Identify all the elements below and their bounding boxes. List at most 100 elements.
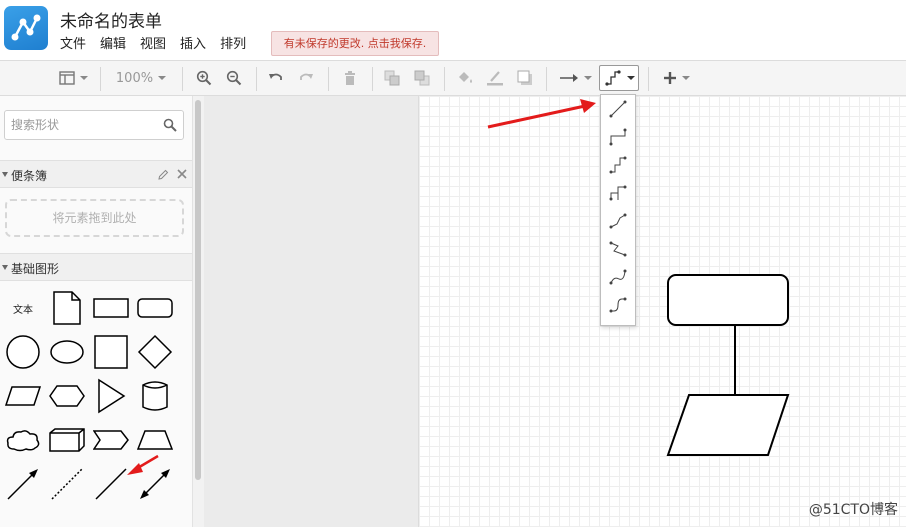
waypoint-curved[interactable] <box>601 263 635 291</box>
shape-ellipse[interactable] <box>45 330 89 374</box>
shape-cylinder[interactable] <box>133 374 177 418</box>
waypoint-simple[interactable] <box>601 151 635 179</box>
zoom-select[interactable]: 100% <box>110 61 172 95</box>
shadow-icon <box>517 70 532 85</box>
connection-arrow-icon <box>559 74 578 82</box>
zoom-in-icon <box>196 70 212 86</box>
delete-button[interactable] <box>338 61 362 95</box>
chevron-down-icon <box>158 76 167 80</box>
zoom-level: 100% <box>115 70 154 86</box>
shape-bidirectional-arrow[interactable] <box>133 462 177 506</box>
shape-search <box>4 110 184 140</box>
unsaved-changes-button[interactable]: 有未保存的更改. 点击我保存. <box>271 31 439 56</box>
waypoint-entity-relation[interactable] <box>601 291 635 319</box>
to-front-icon <box>384 70 400 86</box>
waypoint-straight[interactable] <box>601 95 635 123</box>
waypoint-orthogonal[interactable] <box>601 123 635 151</box>
menu-file[interactable]: 文件 <box>60 36 86 54</box>
canvas-area[interactable] <box>204 96 906 527</box>
close-icon[interactable] <box>177 169 187 179</box>
shape-cloud[interactable] <box>1 418 45 462</box>
delete-icon <box>345 71 355 85</box>
shape-cube[interactable] <box>45 418 89 462</box>
sidebar-scrollbar[interactable] <box>193 96 204 527</box>
shape-diamond[interactable] <box>133 330 177 374</box>
shape-step[interactable] <box>89 418 133 462</box>
waypoints-button[interactable] <box>599 65 639 91</box>
chevron-down-icon <box>583 76 592 80</box>
chevron-down-icon <box>626 76 635 80</box>
toolbar: 100% <box>0 60 906 96</box>
chevron-down-icon <box>681 76 690 80</box>
undo-button[interactable] <box>264 61 288 95</box>
insert-button[interactable] <box>658 61 694 95</box>
menu-edit[interactable]: 编辑 <box>100 36 126 54</box>
basic-shapes-header[interactable]: 基础图形 <box>0 253 192 281</box>
insert-plus-icon <box>663 72 676 84</box>
shape-arrow-line[interactable] <box>1 462 45 506</box>
shape-rounded-rectangle[interactable] <box>133 286 177 330</box>
simple-connector-icon <box>609 156 627 174</box>
shape-hexagon[interactable] <box>45 374 89 418</box>
to-back-icon <box>414 70 430 86</box>
shape-square[interactable] <box>89 330 133 374</box>
search-input[interactable] <box>11 116 161 134</box>
menu-bar: 文件 编辑 视图 插入 排列 <box>60 36 260 54</box>
app-logo <box>4 6 48 50</box>
chevron-down-icon <box>79 76 88 80</box>
shape-dotted-line[interactable] <box>45 462 89 506</box>
search-icon[interactable] <box>163 118 177 132</box>
fill-color-button[interactable] <box>452 61 478 95</box>
to-front-button[interactable] <box>380 61 404 95</box>
to-back-button[interactable] <box>410 61 434 95</box>
edit-pencil-icon[interactable] <box>157 169 169 181</box>
fill-color-icon <box>459 72 472 83</box>
shape-line[interactable] <box>89 462 133 506</box>
shadow-button[interactable] <box>512 61 538 95</box>
app-header: 未命名的表单 文件 编辑 视图 插入 排列 有未保存的更改. 点击我保存. <box>0 0 906 60</box>
zoom-in-button[interactable] <box>192 61 216 95</box>
scratchpad-title: 便条簿 <box>11 169 48 183</box>
zoom-out-button[interactable] <box>222 61 246 95</box>
connection-arrow-button[interactable] <box>556 61 594 95</box>
shape-trapezoid[interactable] <box>133 418 177 462</box>
diagram-svg <box>666 274 790 456</box>
shape-triangle[interactable] <box>89 374 133 418</box>
shape-document[interactable] <box>45 286 89 330</box>
menu-arrange[interactable]: 排列 <box>220 36 246 54</box>
document-title[interactable]: 未命名的表单 <box>60 7 162 32</box>
isometric-connector-icon <box>609 213 627 229</box>
scratchpad-header[interactable]: 便条簿 <box>0 160 192 188</box>
watermark: @51CTO博客 <box>808 502 898 518</box>
waypoints-dropdown <box>600 94 636 326</box>
shape-text[interactable]: 文本 <box>1 286 45 330</box>
menu-view[interactable]: 视图 <box>140 36 166 54</box>
straight-connector-icon <box>609 100 627 118</box>
shape-rectangle[interactable] <box>89 286 133 330</box>
diagram-parallelogram[interactable] <box>666 394 790 456</box>
scrollbar-thumb[interactable] <box>195 100 201 480</box>
format-panel-icon <box>58 71 75 85</box>
waypoints-icon <box>604 70 621 86</box>
simple-alt-connector-icon <box>609 185 627 201</box>
zoom-out-icon <box>226 70 242 86</box>
redo-icon <box>300 73 313 80</box>
format-panel-button[interactable] <box>54 61 92 95</box>
shape-circle[interactable] <box>1 330 45 374</box>
waypoint-simple-alt[interactable] <box>601 179 635 207</box>
line-color-icon <box>487 71 503 86</box>
line-color-button[interactable] <box>482 61 508 95</box>
collapse-triangle-icon <box>2 172 8 177</box>
waypoint-isometric-alt[interactable] <box>601 235 635 263</box>
diagram-page[interactable] <box>418 96 906 527</box>
waypoint-isometric[interactable] <box>601 207 635 235</box>
isometric-alt-connector-icon <box>609 241 627 257</box>
shape-parallelogram[interactable] <box>1 374 45 418</box>
entity-relation-connector-icon <box>609 297 627 313</box>
diagram-rounded-rectangle[interactable] <box>667 274 789 326</box>
basic-shapes-title: 基础图形 <box>11 262 60 276</box>
menu-insert[interactable]: 插入 <box>180 36 206 54</box>
shapes-sidebar: 便条簿 将元素拖到此处 基础图形 文本 <box>0 96 193 527</box>
redo-button[interactable] <box>294 61 318 95</box>
scratchpad-drop-zone[interactable]: 将元素拖到此处 <box>5 199 184 237</box>
